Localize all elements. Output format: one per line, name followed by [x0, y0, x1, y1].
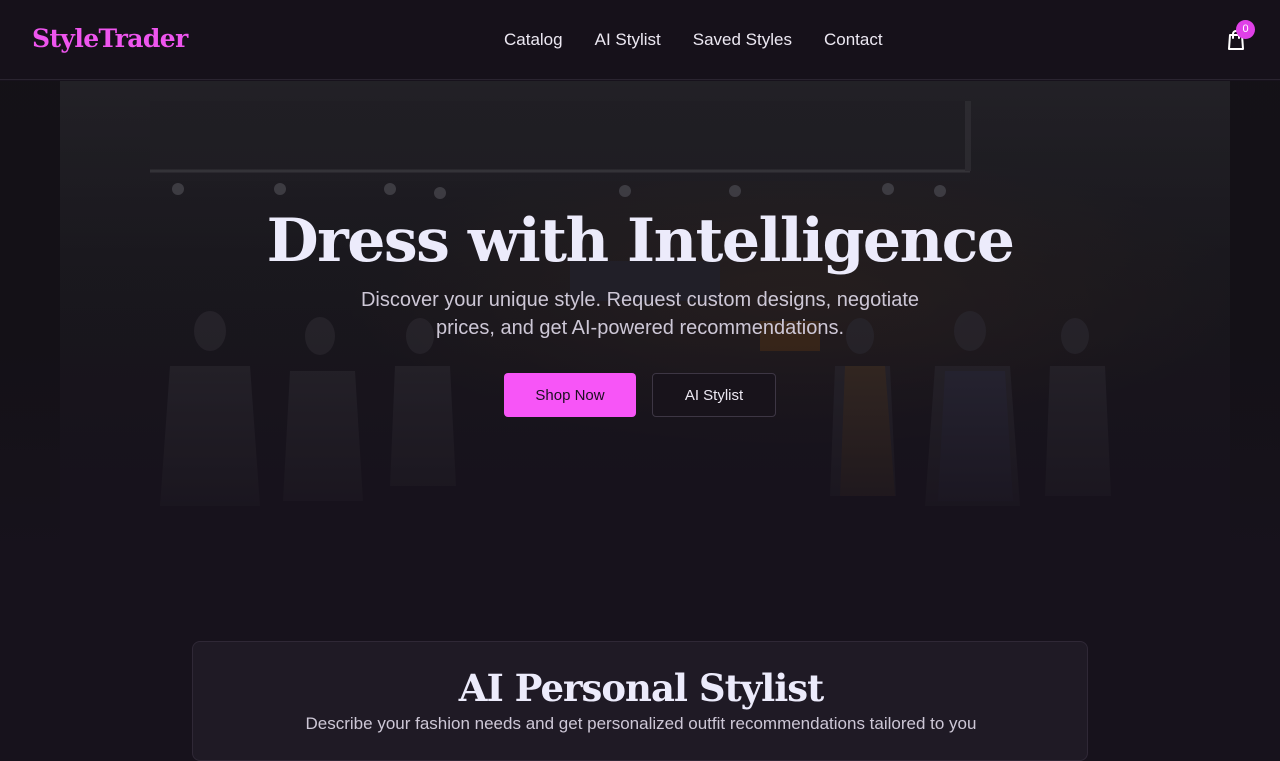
shop-now-button[interactable]: Shop Now — [504, 373, 636, 417]
ai-stylist-card: AI Personal Stylist Describe your fashio… — [192, 641, 1088, 761]
main-nav: Catalog AI Stylist Saved Styles Contact — [504, 30, 883, 50]
hero-title: Dress with Intelligence — [266, 206, 1015, 276]
ai-stylist-button[interactable]: AI Stylist — [652, 373, 776, 417]
nav-ai-stylist[interactable]: AI Stylist — [595, 30, 661, 50]
nav-catalog[interactable]: Catalog — [504, 30, 563, 50]
nav-saved-styles[interactable]: Saved Styles — [693, 30, 792, 50]
stylist-section-description: Describe your fashion needs and get pers… — [305, 714, 977, 733]
brand-logo[interactable]: StyleTrader — [32, 24, 188, 53]
cart-button[interactable]: 0 — [1224, 20, 1255, 52]
stylist-section-title: AI Personal Stylist — [458, 666, 824, 710]
site-header: StyleTrader Catalog AI Stylist Saved Sty… — [0, 0, 1280, 80]
hero-subtitle: Discover your unique style. Request cust… — [360, 289, 920, 339]
nav-contact[interactable]: Contact — [824, 30, 883, 50]
hero-section: Dress with Intelligence Discover your un… — [0, 81, 1280, 560]
cart-count-badge: 0 — [1236, 20, 1255, 39]
